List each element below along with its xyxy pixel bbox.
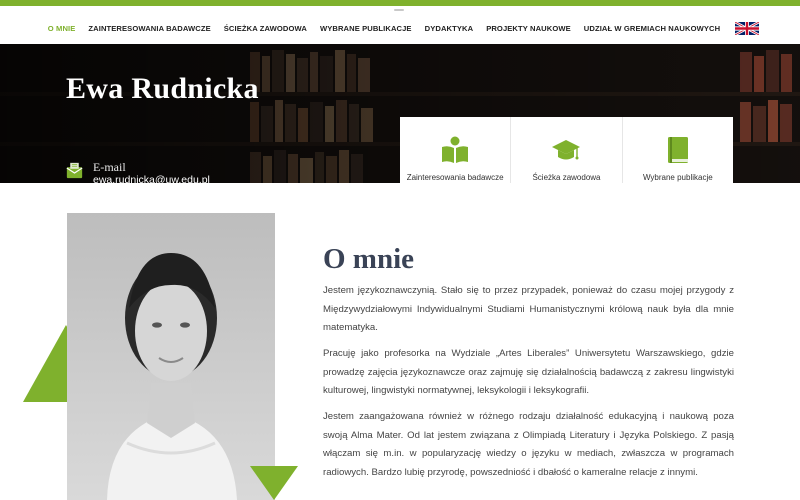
card-label-publikacje: Wybrane publikacje bbox=[642, 173, 713, 182]
about-paragraph-2: Pracuję jako profesorka na Wydziale „Art… bbox=[323, 348, 734, 397]
card-sciezka[interactable]: Ścieżka zawodowa bbox=[511, 117, 623, 183]
hero-banner: Ewa Rudnicka E-mail ewa.rudnicka@uw.edu.… bbox=[0, 44, 800, 183]
nav-item-gremia[interactable]: UDZIAŁ W GREMIACH NAUKOWYCH bbox=[584, 24, 720, 33]
decorative-triangle-bottom bbox=[250, 466, 298, 500]
email-link[interactable]: ewa.rudnicka@uw.edu.pl bbox=[93, 174, 210, 183]
card-label-zainteresowania: Zainteresowania badawcze bbox=[406, 173, 504, 182]
uk-flag-icon[interactable] bbox=[734, 21, 759, 35]
nav-item-projekty[interactable]: PROJEKTY NAUKOWE bbox=[486, 24, 571, 33]
book-icon bbox=[667, 137, 688, 163]
email-label: E-mail bbox=[93, 160, 126, 174]
graduation-cap-icon bbox=[552, 140, 581, 160]
top-accent-bar bbox=[0, 0, 800, 6]
nav-item-dydaktyka[interactable]: DYDAKTYKA bbox=[425, 24, 474, 33]
quick-links: Zainteresowania badawcze Ścieżka zawodow… bbox=[400, 117, 733, 183]
about-paragraph-3: Jestem zaangażowana również w różnego ro… bbox=[323, 411, 734, 478]
person-name: Ewa Rudnicka bbox=[66, 72, 259, 105]
main-nav: O MNIE ZAINTERESOWANIA BADAWCZE ŚCIEŻKA … bbox=[0, 12, 800, 44]
section-title: O mnie bbox=[323, 243, 415, 275]
nav-item-zainteresowania[interactable]: ZAINTERESOWANIA BADAWCZE bbox=[88, 24, 210, 33]
portrait-illustration bbox=[67, 213, 275, 500]
nav-item-o-mnie[interactable]: O MNIE bbox=[48, 24, 76, 33]
card-publikacje[interactable]: Wybrane publikacje bbox=[623, 117, 733, 183]
reading-person-icon bbox=[442, 136, 469, 163]
card-label-sciezka: Ścieżka zawodowa bbox=[532, 173, 601, 182]
profile-photo bbox=[67, 213, 275, 500]
nav-item-sciezka[interactable]: ŚCIEŻKA ZAWODOWA bbox=[224, 24, 307, 33]
about-paragraph-1: Jestem językoznawczynią. Stało się to pr… bbox=[323, 285, 734, 334]
nav-item-publikacje[interactable]: WYBRANE PUBLIKACJE bbox=[320, 24, 412, 33]
top-indicator bbox=[394, 9, 404, 11]
mail-icon bbox=[66, 162, 83, 179]
card-zainteresowania[interactable]: Zainteresowania badawcze bbox=[400, 117, 512, 183]
